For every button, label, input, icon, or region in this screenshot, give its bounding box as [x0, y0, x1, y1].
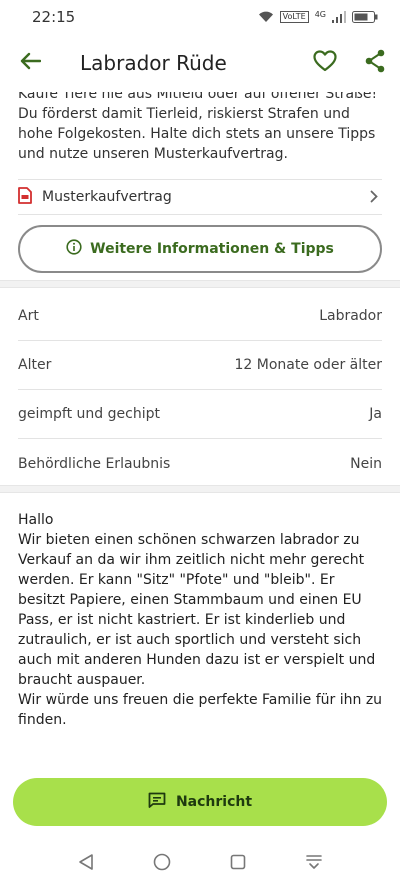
detail-label: Art: [18, 308, 39, 324]
pdf-file-icon: [18, 186, 32, 208]
info-icon: [66, 239, 82, 259]
listing-description: Hallo Wir bieten einen schönen schwarzen…: [18, 512, 383, 728]
square-recents-icon: [230, 854, 246, 874]
share-button[interactable]: [350, 34, 400, 92]
detail-value: Labrador: [319, 308, 382, 324]
status-icons: VoLTE 4G: [258, 9, 378, 23]
detail-row-breed: Art Labrador: [18, 292, 382, 341]
app-bar: Labrador Rüde: [0, 34, 400, 92]
warning-text: Kaufe Tiere nie aus Mitleid oder auf off…: [18, 92, 378, 162]
section-divider: [0, 485, 400, 493]
wifi-icon: [258, 11, 274, 23]
battery-icon: [352, 11, 378, 23]
share-icon: [364, 49, 386, 77]
triangle-back-icon: [77, 853, 95, 875]
system-nav-bar: [0, 838, 400, 889]
chevron-right-icon: [370, 188, 378, 207]
detail-row-age: Alter 12 Monate oder älter: [18, 341, 382, 390]
detail-value: 12 Monate oder älter: [234, 357, 382, 373]
content-area[interactable]: Kaufe Tiere nie aus Mitleid oder auf off…: [0, 92, 400, 760]
network-type: 4G: [314, 9, 326, 19]
chat-icon: [148, 792, 166, 812]
detail-label: geimpft und gechipt: [18, 406, 160, 422]
more-info-button[interactable]: Weitere Informationen & Tipps: [18, 225, 382, 273]
signal-icon: [332, 11, 346, 23]
detail-label: Behördliche Erlaubnis: [18, 455, 171, 472]
status-time: 22:15: [32, 8, 76, 26]
section-divider: [0, 280, 400, 288]
detail-row-vaccinated: geimpft und gechipt Ja: [18, 390, 382, 439]
detail-row-permit: Behördliche Erlaubnis Nein: [18, 439, 382, 488]
detail-value: Nein: [350, 455, 382, 472]
detail-value: Ja: [369, 406, 382, 422]
arrow-left-icon: [19, 52, 42, 74]
message-button[interactable]: Nachricht: [13, 778, 387, 826]
favorite-button[interactable]: [300, 34, 350, 92]
details-list: Art Labrador Alter 12 Monate oder älter …: [18, 292, 382, 488]
nav-recents-button[interactable]: [227, 853, 249, 875]
sample-contract-link[interactable]: Musterkaufvertrag: [18, 179, 382, 215]
nav-menu-button[interactable]: [303, 853, 325, 875]
sample-contract-label: Musterkaufvertrag: [42, 189, 172, 205]
back-button[interactable]: [0, 34, 60, 92]
circle-home-icon: [153, 853, 171, 875]
nav-home-button[interactable]: [151, 853, 173, 875]
more-info-label: Weitere Informationen & Tipps: [90, 241, 334, 257]
page-title: Labrador Rüde: [80, 51, 227, 75]
detail-label: Alter: [18, 357, 52, 373]
status-bar: 22:15 VoLTE 4G: [0, 0, 400, 34]
nav-back-button[interactable]: [75, 853, 97, 875]
menu-down-icon: [305, 853, 323, 875]
volte-badge: VoLTE: [279, 11, 309, 23]
heart-icon: [313, 50, 337, 76]
message-label: Nachricht: [175, 794, 253, 810]
